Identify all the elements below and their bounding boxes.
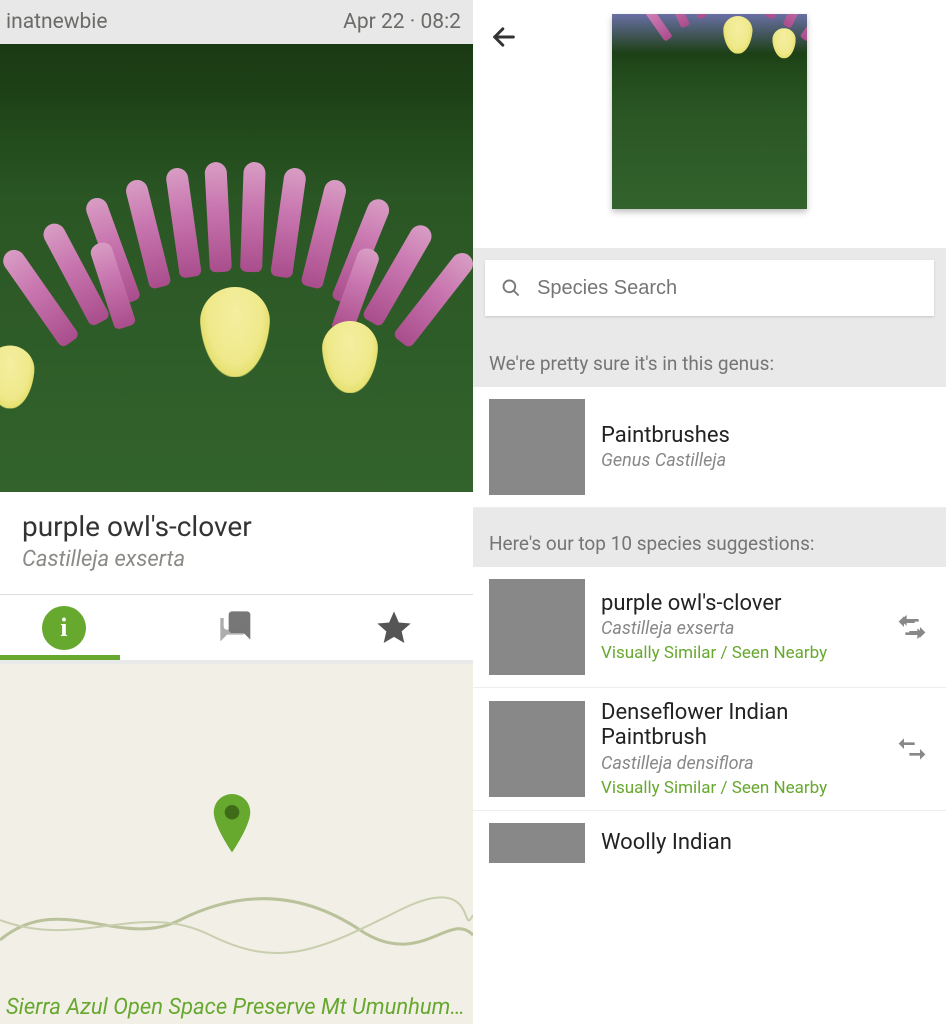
species-suggestion[interactable]: purple owl's-clover Castilleja exserta V… [473,567,946,688]
suggestion-thumbnail [489,823,585,863]
species-search-pane: We're pretty sure it's in this genus: Pa… [473,0,946,1024]
species-suggestion[interactable]: Denseflower Indian Paintbrush Castilleja… [473,688,946,811]
suggestion-reason: Visually Similar / Seen Nearby [601,778,880,798]
species-common-name: purple owl's-clover [22,510,451,543]
suggestion-common-name: Denseflower Indian Paintbrush [601,700,880,751]
star-icon [374,608,414,648]
observation-detail-pane: inatnewbie Apr 22 · 08:2 purple owl [0,0,473,1024]
species-scientific-name: Castilleja exserta [22,547,451,572]
arrow-left-icon [490,23,518,51]
genus-scientific-name: Genus Castilleja [601,450,930,471]
suggestion-reason: Visually Similar / Seen Nearby [601,643,880,663]
query-photo-thumbnail[interactable] [612,14,807,209]
info-icon: i [42,606,86,650]
search-icon [501,277,521,299]
species-search-input[interactable] [537,277,918,300]
observation-photo[interactable] [0,44,473,492]
species-suggestion[interactable]: Woolly Indian [473,811,946,875]
suggestion-common-name: purple owl's-clover [601,591,880,616]
observation-map[interactable]: Sierra Azul Open Space Preserve Mt Umunh… [0,660,473,1024]
search-header [473,0,946,248]
tab-info[interactable]: i [0,595,158,660]
suggestion-thumbnail [489,579,585,675]
search-bar-container [473,248,946,328]
observation-header: inatnewbie Apr 22 · 08:2 [0,0,473,44]
tab-comments[interactable] [158,595,316,660]
compare-button[interactable] [896,611,930,643]
tab-favorite[interactable] [315,595,473,660]
suggestion-common-name: Woolly Indian [601,830,930,855]
genus-common-name: Paintbrushes [601,423,930,448]
observer-username: inatnewbie [6,10,108,34]
top-suggestions-heading: Here's our top 10 species suggestions: [473,508,946,567]
map-location-label: Sierra Azul Open Space Preserve Mt Umunh… [6,995,465,1020]
back-button[interactable] [487,20,521,54]
suggestion-thumbnail [489,701,585,797]
genus-section-heading: We're pretty sure it's in this genus: [473,328,946,387]
comments-icon [217,608,257,648]
swap-horizontal-icon [896,611,928,643]
suggestion-scientific-name: Castilleja densiflora [601,753,880,774]
genus-suggestion[interactable]: Paintbrushes Genus Castilleja [473,387,946,508]
suggestion-scientific-name: Castilleja exserta [601,618,880,639]
species-id-block: purple owl's-clover Castilleja exserta [0,492,473,594]
detail-tabbar: i [0,594,473,660]
observation-datetime: Apr 22 · 08:2 [343,10,461,34]
species-search-bar[interactable] [485,260,934,316]
swap-horizontal-icon [896,733,928,765]
compare-button[interactable] [896,733,930,765]
genus-thumbnail [489,399,585,495]
map-pin-icon [210,794,254,860]
